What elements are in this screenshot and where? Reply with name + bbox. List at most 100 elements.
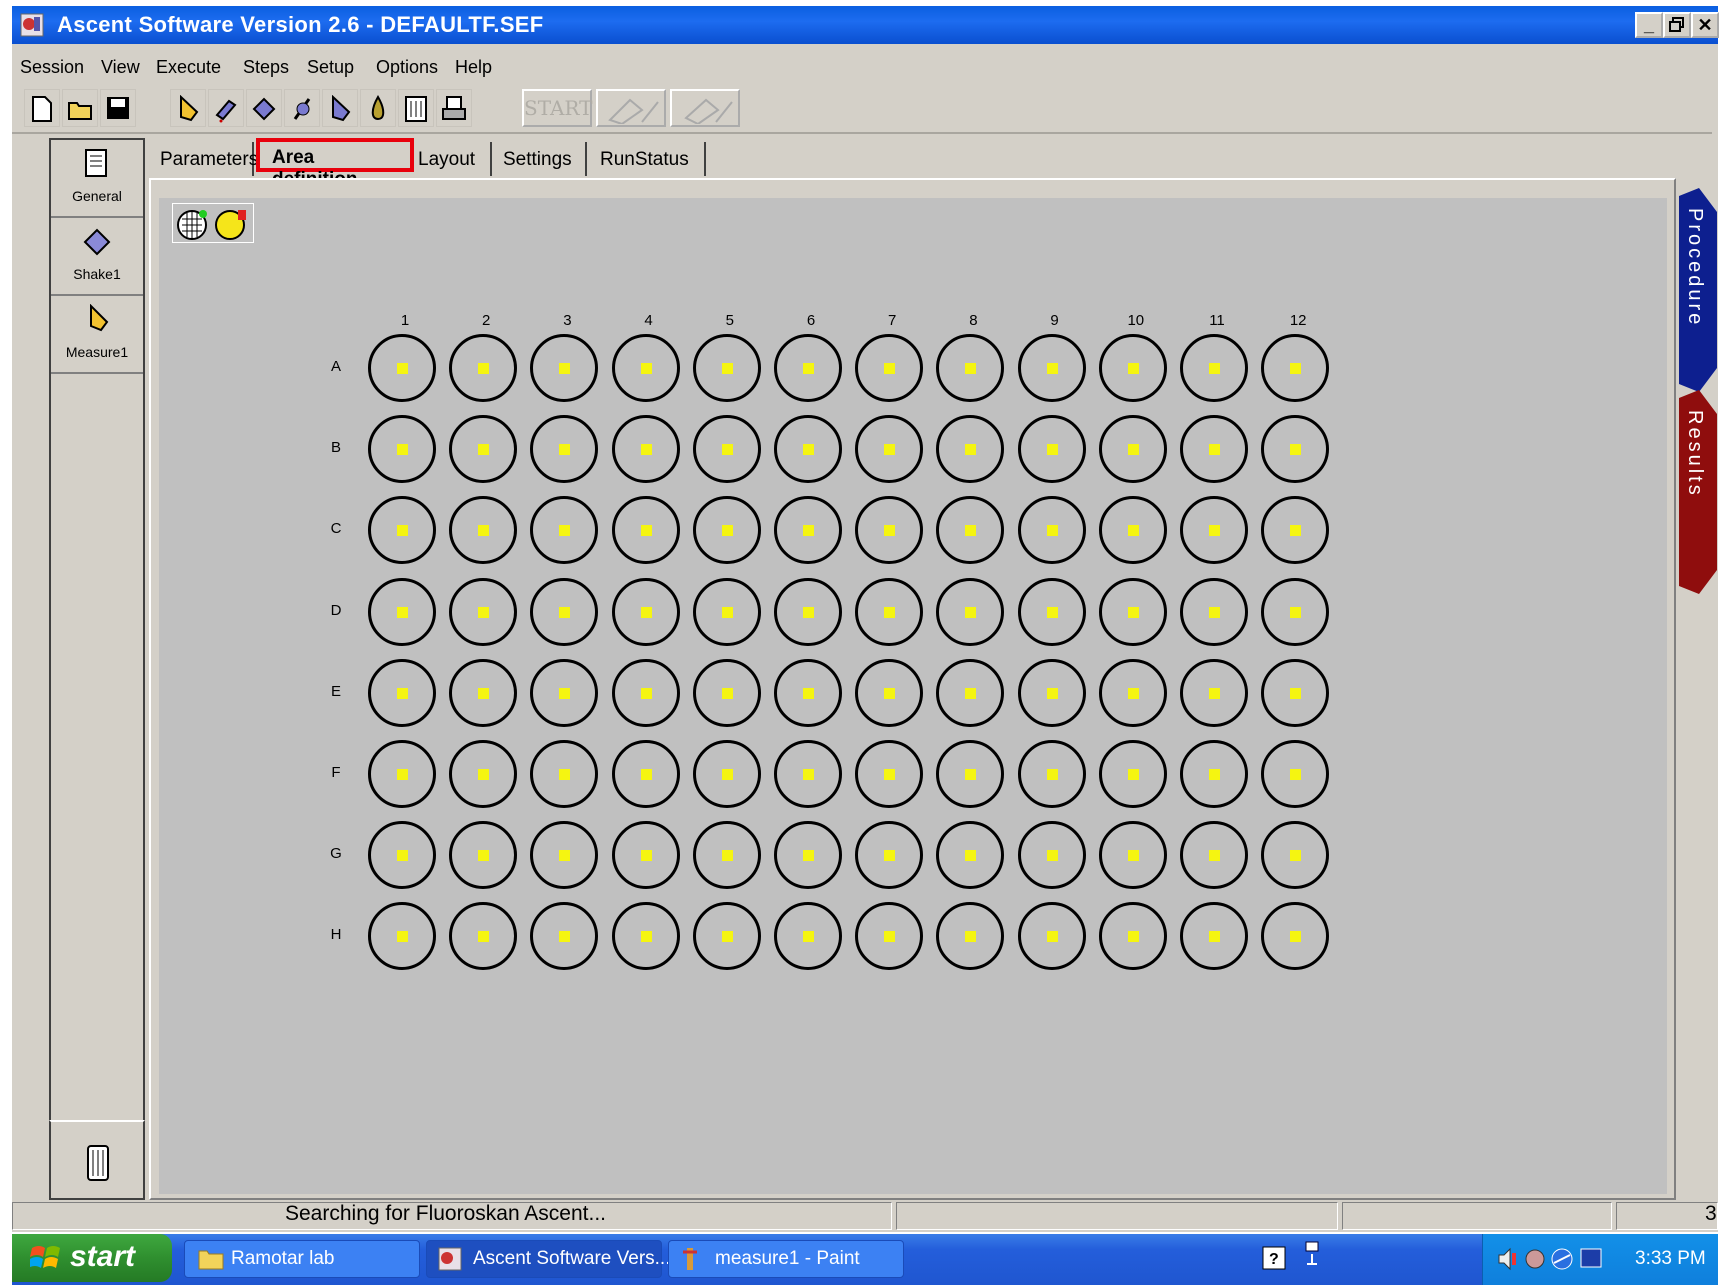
- well-E8[interactable]: [936, 658, 1005, 727]
- title-bar[interactable]: Ascent Software Version 2.6 - DEFAULTF.S…: [12, 6, 1719, 44]
- well-C12[interactable]: [1261, 496, 1330, 565]
- start-button[interactable]: start: [12, 1234, 172, 1282]
- tab-settings[interactable]: Settings: [495, 142, 587, 176]
- well-G8[interactable]: [936, 821, 1005, 890]
- well-E5[interactable]: [692, 658, 761, 727]
- task-paint[interactable]: measure1 - Paint: [668, 1240, 904, 1278]
- well-A8[interactable]: [936, 334, 1005, 402]
- well-A2[interactable]: [449, 334, 518, 402]
- tab-runstatus[interactable]: RunStatus: [590, 142, 706, 176]
- step-general[interactable]: General: [51, 140, 143, 218]
- column-label[interactable]: 5: [710, 312, 750, 329]
- well-A10[interactable]: [1098, 334, 1167, 402]
- menu-help[interactable]: Help: [455, 57, 492, 78]
- row-label[interactable]: C: [316, 520, 356, 537]
- minimize-button[interactable]: _: [1635, 12, 1663, 38]
- well-G11[interactable]: [1180, 821, 1248, 890]
- well-H8[interactable]: [936, 902, 1005, 971]
- shake-step-button[interactable]: [246, 89, 282, 127]
- row-label[interactable]: B: [316, 439, 356, 456]
- well-D2[interactable]: [449, 577, 518, 646]
- tab-area-definition[interactable]: Area definition: [256, 138, 414, 190]
- well-F11[interactable]: [1180, 740, 1248, 808]
- well-C2[interactable]: [449, 496, 518, 565]
- well-E4[interactable]: [611, 658, 680, 727]
- column-label[interactable]: 10: [1116, 312, 1156, 329]
- stop-button[interactable]: [670, 89, 740, 127]
- well-A3[interactable]: [530, 334, 599, 402]
- well-A11[interactable]: [1180, 334, 1248, 402]
- tray-app-icon[interactable]: [1523, 1247, 1547, 1271]
- print-button[interactable]: [436, 89, 472, 127]
- well-H12[interactable]: [1261, 902, 1330, 971]
- dispense-step-button[interactable]: [208, 89, 244, 127]
- tab-layout[interactable]: Layout: [418, 142, 492, 176]
- well-H9[interactable]: [1017, 902, 1086, 971]
- well-D4[interactable]: [611, 577, 680, 646]
- well-F2[interactable]: [449, 740, 518, 808]
- well-D8[interactable]: [936, 577, 1005, 646]
- menu-options[interactable]: Options: [376, 57, 438, 78]
- column-label[interactable]: 6: [791, 312, 831, 329]
- tray-sync-icon[interactable]: [1549, 1247, 1575, 1271]
- well-B8[interactable]: [936, 415, 1005, 484]
- well-H2[interactable]: [449, 902, 518, 971]
- menu-execute[interactable]: Execute: [156, 57, 221, 78]
- well-H1[interactable]: [368, 902, 436, 971]
- well-C4[interactable]: [611, 496, 680, 565]
- well-C7[interactable]: [855, 496, 924, 565]
- well-D3[interactable]: [530, 577, 599, 646]
- well-C11[interactable]: [1180, 496, 1248, 565]
- task-ramotar-lab[interactable]: Ramotar lab: [184, 1240, 420, 1278]
- well-E11[interactable]: [1180, 658, 1248, 727]
- menu-session[interactable]: Session: [20, 57, 84, 78]
- well-G2[interactable]: [449, 821, 518, 890]
- well-G4[interactable]: [611, 821, 680, 890]
- well-G9[interactable]: [1017, 821, 1086, 890]
- help-icon[interactable]: ?: [1262, 1246, 1286, 1272]
- well-G6[interactable]: [774, 821, 842, 890]
- well-F8[interactable]: [936, 740, 1005, 808]
- row-label[interactable]: D: [316, 602, 356, 619]
- abort-button[interactable]: [596, 89, 666, 127]
- well-A1[interactable]: [368, 334, 436, 402]
- incubate-step-button[interactable]: [284, 89, 320, 127]
- kinetic-step-button[interactable]: [322, 89, 358, 127]
- row-label[interactable]: E: [316, 683, 356, 700]
- column-label[interactable]: 2: [466, 312, 506, 329]
- well-E12[interactable]: [1261, 658, 1330, 727]
- well-G12[interactable]: [1261, 821, 1330, 890]
- well-E7[interactable]: [855, 658, 924, 727]
- well-B9[interactable]: [1017, 415, 1086, 484]
- well-B5[interactable]: [692, 415, 761, 484]
- well-B12[interactable]: [1261, 415, 1330, 484]
- start-run-button[interactable]: START: [522, 89, 592, 127]
- well-A6[interactable]: [774, 334, 842, 402]
- well-A7[interactable]: [855, 334, 924, 402]
- well-G5[interactable]: [692, 821, 761, 890]
- select-all-wells-button[interactable]: [175, 206, 211, 242]
- well-B7[interactable]: [855, 415, 924, 484]
- well-C10[interactable]: [1098, 496, 1167, 565]
- well-B6[interactable]: [774, 415, 842, 484]
- results-side-tab[interactable]: Results: [1679, 390, 1719, 594]
- single-well-button[interactable]: [213, 206, 249, 242]
- well-C3[interactable]: [530, 496, 599, 565]
- well-C1[interactable]: [368, 496, 436, 565]
- step-measure1[interactable]: Measure1: [51, 296, 143, 374]
- well-A12[interactable]: [1261, 334, 1330, 402]
- well-C5[interactable]: [692, 496, 761, 565]
- row-label[interactable]: G: [316, 845, 356, 862]
- procedure-side-tab[interactable]: Procedure: [1679, 188, 1719, 392]
- row-label[interactable]: A: [316, 358, 356, 375]
- column-label[interactable]: 9: [1035, 312, 1075, 329]
- well-F12[interactable]: [1261, 740, 1330, 808]
- well-G10[interactable]: [1098, 821, 1167, 890]
- well-B2[interactable]: [449, 415, 518, 484]
- network-icon[interactable]: [1302, 1240, 1322, 1270]
- well-G3[interactable]: [530, 821, 599, 890]
- open-button[interactable]: [62, 89, 98, 127]
- measure-step-button[interactable]: [170, 89, 206, 127]
- well-A5[interactable]: [692, 334, 761, 402]
- well-D12[interactable]: [1261, 577, 1330, 646]
